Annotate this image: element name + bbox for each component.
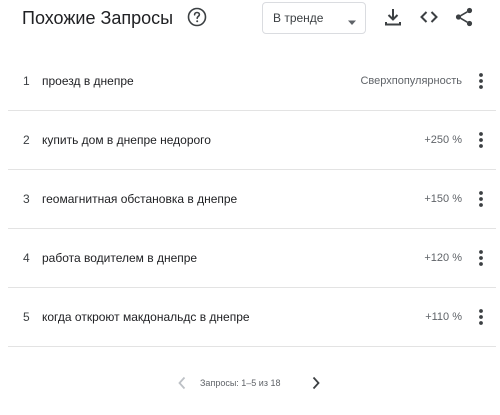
embed-button[interactable] xyxy=(417,5,441,29)
row-rank: 5 xyxy=(23,310,30,324)
download-button[interactable] xyxy=(381,5,405,29)
more-vert-icon[interactable] xyxy=(474,189,488,209)
download-icon xyxy=(385,9,401,26)
list-item: 2 купить дом в днепре недорого +250 % xyxy=(8,111,496,170)
list-item: 3 геомагнитная обстановка в днепре +150 … xyxy=(8,170,496,229)
related-queries-card: Похожие Запросы В тренде 1 проезд в днеп… xyxy=(0,0,500,415)
row-rank: 3 xyxy=(23,192,30,206)
row-rank: 1 xyxy=(23,74,30,88)
query-link[interactable]: проезд в днепре xyxy=(42,74,134,88)
row-value: Сверхпопулярность xyxy=(360,75,462,87)
list-item: 1 проезд в днепре Сверхпопулярность xyxy=(8,52,496,111)
more-vert-icon[interactable] xyxy=(474,248,488,268)
row-rank: 2 xyxy=(23,133,30,147)
chevron-right-icon[interactable] xyxy=(311,376,321,390)
more-vert-icon[interactable] xyxy=(474,71,488,91)
queries-list: 1 проезд в днепре Сверхпопулярность 2 ку… xyxy=(0,52,500,347)
row-value: +150 % xyxy=(424,193,462,205)
card-header: Похожие Запросы В тренде xyxy=(0,0,500,42)
more-vert-icon[interactable] xyxy=(474,307,488,327)
query-link[interactable]: работа водителем в днепре xyxy=(42,251,197,265)
query-link[interactable]: когда откроют макдональдс в днепре xyxy=(42,310,250,324)
dropdown-label: В тренде xyxy=(273,11,324,25)
list-item: 4 работа водителем в днепре +120 % xyxy=(8,229,496,288)
query-link[interactable]: купить дом в днепре недорого xyxy=(42,133,211,147)
pagination: Запросы: 1–5 из 18 xyxy=(0,372,500,394)
embed-code-icon xyxy=(420,11,438,23)
trend-filter-dropdown[interactable]: В тренде xyxy=(262,2,366,34)
chevron-down-icon xyxy=(347,14,357,25)
help-icon[interactable] xyxy=(187,7,207,27)
share-icon xyxy=(455,7,473,27)
pagination-label: Запросы: 1–5 из 18 xyxy=(200,378,281,388)
chevron-left-icon xyxy=(177,376,187,390)
card-title: Похожие Запросы xyxy=(22,8,174,28)
more-vert-icon[interactable] xyxy=(474,130,488,150)
row-value: +110 % xyxy=(425,311,462,323)
row-value: +250 % xyxy=(424,134,462,146)
row-value: +120 % xyxy=(424,252,462,264)
query-link[interactable]: геомагнитная обстановка в днепре xyxy=(42,192,237,206)
row-rank: 4 xyxy=(23,251,30,265)
share-button[interactable] xyxy=(452,5,476,29)
list-item: 5 когда откроют макдональдс в днепре +11… xyxy=(8,288,496,347)
